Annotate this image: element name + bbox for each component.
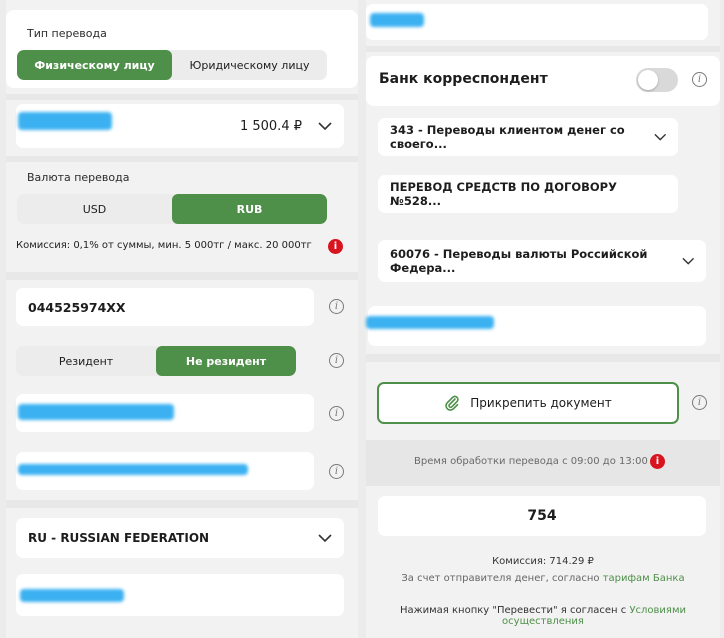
transfer-type-individual[interactable]: Физическому лицу: [17, 50, 172, 80]
currency-usd[interactable]: USD: [17, 194, 172, 224]
country-select[interactable]: RU - RUSSIAN FEDERATION: [16, 518, 344, 558]
attach-document-label: Прикрепить документ: [470, 396, 612, 410]
transfer-type-selector: Физическому лицу Юридическому лицу: [17, 50, 327, 80]
recipient-name-info-icon[interactable]: i: [329, 406, 344, 421]
transfer-type-legal[interactable]: Юридическому лицу: [172, 50, 327, 80]
currency-selector: USD RUB: [17, 194, 327, 224]
chevron-down-icon: [681, 257, 694, 265]
left-panel: Тип перевода Физическому лицу Юридическо…: [6, 0, 358, 638]
commission-label: Комиссия: 714.29 ₽: [492, 556, 594, 567]
chevron-down-icon: [318, 534, 332, 543]
bic-info-icon[interactable]: i: [329, 299, 344, 314]
right-panel: Банк корреспондент i 343 - Переводы клие…: [366, 0, 720, 638]
payment-code-select[interactable]: 343 - Переводы клиентом денег со своего.…: [378, 118, 678, 156]
payment-code-value: 343 - Переводы клиентом денег со своего.…: [390, 123, 625, 151]
agreement-note-text: Нажимая кнопку "Перевести" я согласен с: [399, 605, 627, 616]
tariffs-link[interactable]: тарифам Банка: [603, 573, 685, 584]
correspondent-bank-toggle[interactable]: [636, 68, 678, 92]
sender-note-text: За счет отправителя денег, согласно: [401, 573, 600, 584]
commission-note: Комиссия: 0,1% от суммы, мин. 5 000тг / …: [16, 240, 312, 251]
correspondent-bank-info-icon[interactable]: i: [692, 72, 707, 87]
redacted-recipient-address: [20, 589, 124, 602]
code-input[interactable]: 754: [378, 496, 706, 536]
residency-info-icon[interactable]: i: [329, 353, 344, 368]
transfer-type-card: Тип перевода Физическому лицу Юридическо…: [6, 10, 358, 88]
processing-time-text: Время обработки перевода с 09:00 до 13:0…: [414, 456, 648, 467]
redacted-account: [18, 112, 112, 130]
redacted-top-field: [370, 13, 424, 27]
currency-label: Валюта перевода: [27, 171, 130, 184]
divider: [366, 46, 720, 52]
alert-info-icon[interactable]: i: [328, 239, 343, 254]
amount-value: 1 500.4 ₽: [239, 118, 302, 134]
attach-document-button[interactable]: Прикрепить документ: [377, 382, 679, 424]
divider: [6, 272, 358, 280]
chevron-down-icon: [318, 122, 332, 131]
paperclip-icon: [445, 395, 459, 411]
agreement-note: Нажимая кнопку "Перевести" я согласен с …: [366, 605, 720, 627]
correspondent-bank-label: Банк корреспондент: [379, 71, 548, 87]
divider: [6, 156, 358, 162]
divider: [6, 500, 358, 508]
redacted-value: [366, 316, 494, 329]
processing-time-alert-icon[interactable]: i: [650, 454, 665, 469]
bic-field[interactable]: 044525974XX: [16, 288, 314, 326]
recipient-account-info-icon[interactable]: i: [329, 464, 344, 479]
transfer-type-label: Тип перевода: [27, 27, 107, 40]
residency-resident[interactable]: Резидент: [16, 346, 156, 376]
divider: [6, 94, 358, 100]
residency-non-resident[interactable]: Не резидент: [156, 346, 296, 376]
processing-time-banner: Время обработки перевода с 09:00 до 13:0…: [366, 440, 720, 486]
sender-note: За счет отправителя денег, согласно тари…: [366, 573, 720, 584]
chevron-down-icon: [653, 133, 666, 141]
divider: [366, 354, 720, 362]
operation-code-value: 60076 - Переводы валюты Российской Федер…: [390, 247, 648, 275]
residency-selector: Резидент Не резидент: [16, 346, 296, 376]
operation-code-select[interactable]: 60076 - Переводы валюты Российской Федер…: [378, 240, 706, 282]
currency-rub[interactable]: RUB: [172, 194, 327, 224]
country-value: RU - RUSSIAN FEDERATION: [28, 531, 210, 545]
attach-info-icon[interactable]: i: [692, 395, 707, 410]
purpose-field[interactable]: ПЕРЕВОД СРЕДСТВ ПО ДОГОВОРУ №528...: [378, 175, 678, 213]
redacted-recipient-name: [18, 404, 174, 420]
correspondent-bank-row: Банк корреспондент i: [366, 56, 720, 106]
redacted-recipient-account: [18, 464, 248, 475]
